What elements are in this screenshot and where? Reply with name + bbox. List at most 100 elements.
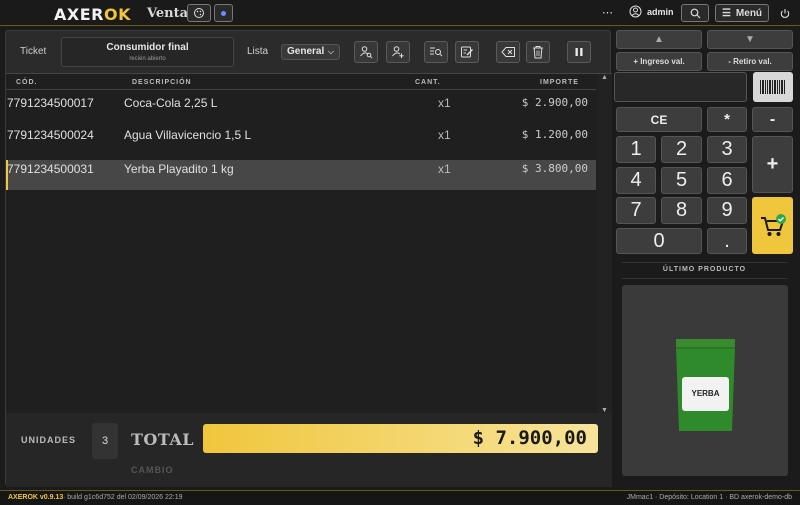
palette-button[interactable] xyxy=(187,4,211,22)
table-row[interactable]: 7791234500017 Coca-Cola 2,25 L x1 $ 2.90… xyxy=(6,94,596,124)
units-value-box: 3 xyxy=(92,423,118,459)
barcode-icon xyxy=(760,80,785,94)
delete-button[interactable] xyxy=(526,41,550,63)
divider xyxy=(622,278,788,279)
customer-status: recién abierto xyxy=(129,56,166,62)
key-6[interactable]: 6 xyxy=(707,167,747,194)
ticket-bar: Ticket Consumidor final recién abierto L… xyxy=(6,31,612,73)
units-label: UNIDADES xyxy=(21,435,77,445)
status-toggle[interactable] xyxy=(214,4,233,22)
status-bar: AXEROK v0.9.13 · build g1c6d752 del 02/0… xyxy=(0,490,800,505)
scroll-up-button[interactable]: ▲ xyxy=(616,30,702,49)
barcode-button[interactable] xyxy=(753,72,793,102)
power-icon[interactable] xyxy=(780,6,790,24)
cart-check-icon xyxy=(760,213,786,236)
chevron-down-icon: ⌵ xyxy=(327,47,334,56)
key-2[interactable]: 2 xyxy=(661,136,702,163)
price-list-value: General xyxy=(287,46,325,57)
arrow-up-icon: ▲ xyxy=(654,34,664,45)
table-scrollbar[interactable]: ▲ ▼ xyxy=(598,74,612,414)
customer-box[interactable]: Consumidor final recién abierto xyxy=(61,37,234,67)
list-label: Lista xyxy=(247,46,269,57)
customer-name: Consumidor final xyxy=(106,42,189,53)
last-product-panel: YERBA xyxy=(622,285,788,476)
search-customer-button[interactable] xyxy=(354,41,378,63)
trash-icon xyxy=(533,46,543,59)
location-info: JMmac1 · Depósito: Location 1 · BD axero… xyxy=(626,494,792,501)
key-1[interactable]: 1 xyxy=(616,136,656,163)
cash-in-button[interactable]: + Ingreso val. xyxy=(616,52,702,71)
user-name[interactable]: admin xyxy=(647,7,674,17)
more-icon[interactable]: ⋯ xyxy=(602,6,613,19)
row-code: 7791234500024 xyxy=(7,128,94,142)
key-plus[interactable]: + xyxy=(752,136,793,193)
edit-line-button[interactable] xyxy=(455,41,479,63)
key-0[interactable]: 0 xyxy=(616,228,702,254)
table-row-selected[interactable]: 7791234500031 Yerba Playadito 1 kg x1 $ … xyxy=(6,160,596,190)
hamburger-icon: ☰ xyxy=(721,7,731,19)
arrow-down-icon: ▼ xyxy=(745,34,755,45)
units-value: 3 xyxy=(101,435,109,447)
table-header: CÓD. DESCRIPCIÓN CANT. IMPORTE xyxy=(6,74,596,90)
scroll-down-button[interactable]: ▼ xyxy=(707,30,793,49)
add-customer-button[interactable] xyxy=(386,41,410,63)
row-description: Yerba Playadito 1 kg xyxy=(124,162,234,176)
top-bar: AXEROK Ventas ⋯ admin ☰ Menú xyxy=(0,0,800,26)
row-quantity: x1 xyxy=(438,128,451,142)
price-list-select[interactable]: General ⌵ xyxy=(281,44,340,60)
keypad-display[interactable] xyxy=(614,72,747,102)
checkout-button[interactable] xyxy=(752,197,793,254)
row-amount: $ 2.900,00 xyxy=(521,96,588,109)
key-4[interactable]: 4 xyxy=(616,167,656,194)
cash-out-button[interactable]: - Retiro val. xyxy=(707,52,793,71)
key-8[interactable]: 8 xyxy=(661,197,702,224)
palette-icon xyxy=(194,8,204,18)
pause-button[interactable] xyxy=(567,41,591,63)
yerba-bag-image: YERBA xyxy=(675,339,736,431)
divider xyxy=(622,262,788,263)
total-value: $ 7.900,00 xyxy=(472,427,587,449)
app-version: AXEROK v0.9.13 xyxy=(8,494,64,501)
row-description: Coca-Cola 2,25 L xyxy=(124,96,218,110)
backspace-icon xyxy=(500,47,515,57)
build-info: · build g1c6d752 del 02/09/2026 22:19 xyxy=(63,494,183,501)
row-quantity: x1 xyxy=(438,162,451,176)
product-tag: YERBA xyxy=(682,377,729,411)
app-logo: AXEROK xyxy=(54,5,131,24)
sale-panel: Ticket Consumidor final recién abierto L… xyxy=(5,30,612,487)
scroll-up-icon[interactable]: ▲ xyxy=(601,74,608,81)
search-icon xyxy=(690,8,700,18)
row-amount: $ 3.800,00 xyxy=(521,162,588,175)
key-9[interactable]: 9 xyxy=(707,197,747,224)
column-description: DESCRIPCIÓN xyxy=(132,79,192,86)
user-add-icon xyxy=(392,46,404,58)
column-amount: IMPORTE xyxy=(540,79,579,86)
last-product-label: ÚLTIMO PRODUCTO xyxy=(662,266,747,273)
table-row[interactable]: 7791234500024 Agua Villavicencio 1,5 L x… xyxy=(6,126,596,156)
items-table: CÓD. DESCRIPCIÓN CANT. IMPORTE 779123450… xyxy=(6,73,612,414)
totals-bar: UNIDADES 3 TOTAL $ 7.900,00 CAMBIO xyxy=(6,413,612,487)
search-button[interactable] xyxy=(681,4,709,22)
row-quantity: x1 xyxy=(438,96,451,110)
user-icon xyxy=(629,5,642,23)
row-description: Agua Villavicencio 1,5 L xyxy=(124,128,252,142)
ticket-label: Ticket xyxy=(20,46,47,57)
key-multiply[interactable]: * xyxy=(707,107,747,132)
search-product-button[interactable] xyxy=(424,41,448,63)
total-display: $ 7.900,00 xyxy=(203,424,598,453)
key-clear-entry[interactable]: CE xyxy=(616,107,702,132)
key-decimal[interactable]: . xyxy=(707,228,747,254)
key-minus[interactable]: - xyxy=(752,107,793,132)
key-3[interactable]: 3 xyxy=(707,136,747,163)
row-code: 7791234500031 xyxy=(7,162,94,176)
column-code: CÓD. xyxy=(16,79,38,86)
status-dot-icon xyxy=(221,10,226,16)
key-5[interactable]: 5 xyxy=(661,167,702,194)
key-7[interactable]: 7 xyxy=(616,197,656,224)
menu-button[interactable]: ☰ Menú xyxy=(715,4,769,22)
total-label: TOTAL xyxy=(131,430,195,449)
list-search-icon xyxy=(430,47,443,57)
product-tag-text: YERBA xyxy=(691,389,720,398)
backspace-button[interactable] xyxy=(496,41,520,63)
menu-label: Menú xyxy=(735,7,763,19)
